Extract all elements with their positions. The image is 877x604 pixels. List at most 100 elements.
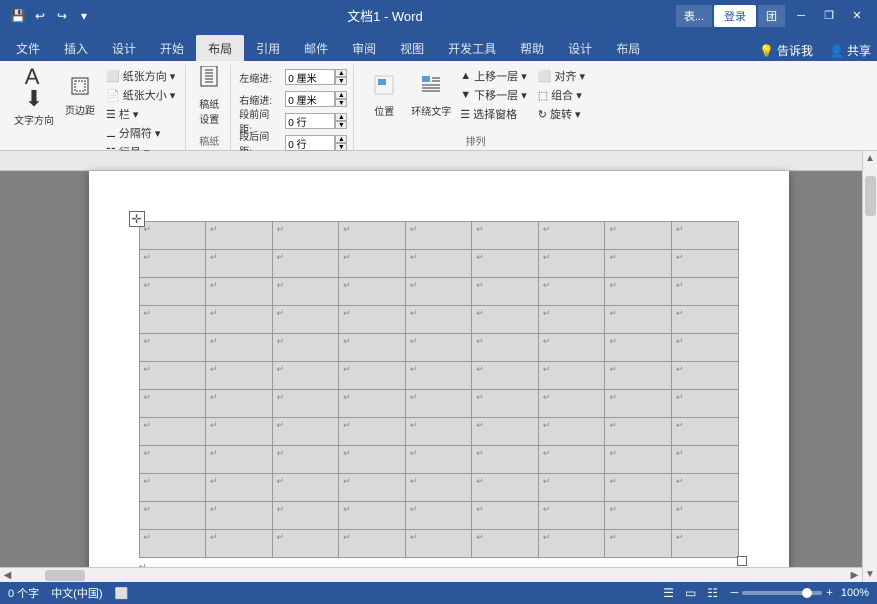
login-button[interactable]: 登录	[714, 5, 756, 27]
scroll-up-button[interactable]: ▲	[863, 151, 877, 166]
table-cell[interactable]	[272, 474, 339, 502]
table-cell[interactable]	[472, 306, 539, 334]
redo-icon[interactable]: ↪	[52, 6, 72, 26]
table-cell[interactable]	[472, 250, 539, 278]
table-cell[interactable]	[538, 390, 605, 418]
table-cell[interactable]	[139, 390, 206, 418]
table-cell[interactable]	[139, 530, 206, 558]
scroll-down-button[interactable]: ▼	[863, 567, 877, 582]
tab-layout[interactable]: 布局	[196, 35, 244, 61]
table-cell[interactable]	[206, 250, 273, 278]
table-cell[interactable]	[139, 418, 206, 446]
table-cell[interactable]	[272, 278, 339, 306]
table-cell[interactable]	[139, 502, 206, 530]
zoom-track[interactable]	[742, 591, 822, 595]
customize-quick-access-icon[interactable]: ▾	[74, 6, 94, 26]
send-backward-button[interactable]: ▼ 下移一层 ▾	[456, 86, 530, 104]
table-cell[interactable]	[272, 390, 339, 418]
table-cell[interactable]	[339, 278, 406, 306]
table-cell[interactable]	[206, 446, 273, 474]
table-cell[interactable]	[339, 530, 406, 558]
left-indent-up[interactable]: ▲	[335, 69, 347, 77]
table-cell[interactable]	[339, 502, 406, 530]
table-cell[interactable]	[671, 446, 738, 474]
tell-me-button[interactable]: 💡 告诉我	[753, 40, 819, 61]
table-cell[interactable]	[272, 306, 339, 334]
table-cell[interactable]	[605, 474, 672, 502]
tab-home[interactable]: 开始	[148, 35, 196, 61]
table-cell[interactable]	[139, 334, 206, 362]
paper-orientation-button[interactable]: ⬜ 纸张方向 ▾	[102, 67, 179, 85]
group-button[interactable]: ⬚ 组合 ▾	[534, 86, 589, 104]
table-cell[interactable]	[538, 474, 605, 502]
wrap-text-button[interactable]: 环绕文字	[409, 67, 453, 125]
right-indent-down[interactable]: ▼	[335, 99, 347, 107]
table-resize-handle[interactable]	[737, 556, 747, 566]
table-cell[interactable]	[206, 362, 273, 390]
table-cell[interactable]	[139, 446, 206, 474]
table-cell[interactable]	[671, 306, 738, 334]
breaks-button[interactable]: ⚊ 分隔符 ▾	[102, 124, 179, 142]
table-cell[interactable]	[671, 362, 738, 390]
table-cell[interactable]	[538, 222, 605, 250]
table-cell[interactable]	[139, 278, 206, 306]
space-after-up[interactable]: ▲	[335, 135, 347, 143]
scroll-thumb-vertical[interactable]	[865, 176, 876, 216]
space-before-down[interactable]: ▼	[335, 121, 347, 129]
table-cell[interactable]	[538, 334, 605, 362]
table-cell[interactable]	[272, 446, 339, 474]
margins-button[interactable]: 页边距	[61, 67, 99, 125]
scroll-track-vertical[interactable]	[863, 166, 877, 567]
paper-size-button[interactable]: 📄 纸张大小 ▾	[102, 86, 179, 104]
table-cell[interactable]	[139, 362, 206, 390]
table-cell[interactable]	[206, 306, 273, 334]
table-cell[interactable]	[472, 446, 539, 474]
restore-button[interactable]: ❐	[817, 6, 841, 26]
table-cell[interactable]	[605, 390, 672, 418]
scroll-track-horizontal[interactable]	[15, 568, 847, 582]
table-cell[interactable]	[472, 418, 539, 446]
tab-review[interactable]: 审阅	[340, 35, 388, 61]
zoom-out-button[interactable]: ─	[731, 587, 739, 599]
table-cell[interactable]	[272, 502, 339, 530]
table-cell[interactable]	[538, 306, 605, 334]
table-cell[interactable]	[339, 222, 406, 250]
right-indent-up[interactable]: ▲	[335, 91, 347, 99]
table-cell[interactable]	[671, 502, 738, 530]
selection-pane-button[interactable]: ☰ 选择窗格	[456, 105, 530, 123]
table-cell[interactable]	[206, 502, 273, 530]
table-cell[interactable]	[339, 418, 406, 446]
table-cell[interactable]	[671, 222, 738, 250]
table-cell[interactable]	[405, 278, 472, 306]
table-cell[interactable]	[206, 474, 273, 502]
tab-help[interactable]: 帮助	[508, 35, 556, 61]
table-cell[interactable]	[605, 334, 672, 362]
table-cell[interactable]	[605, 362, 672, 390]
table-cell[interactable]	[605, 418, 672, 446]
space-after-down[interactable]: ▼	[335, 143, 347, 151]
text-direction-button[interactable]: A⬇ 文字方向	[10, 67, 58, 125]
space-before-up[interactable]: ▲	[335, 113, 347, 121]
table-cell[interactable]	[272, 418, 339, 446]
table-cell[interactable]	[405, 222, 472, 250]
table-cell[interactable]	[671, 530, 738, 558]
tab-view[interactable]: 视图	[388, 35, 436, 61]
zoom-thumb[interactable]	[802, 588, 812, 598]
table-cell[interactable]	[206, 334, 273, 362]
table-cell[interactable]	[472, 530, 539, 558]
scroll-thumb-horizontal[interactable]	[45, 570, 85, 581]
scroll-left-button[interactable]: ◀	[0, 568, 15, 583]
table-cell[interactable]	[605, 446, 672, 474]
table-cell[interactable]	[139, 222, 206, 250]
web-layout-view-button[interactable]: ▭	[681, 585, 701, 601]
space-after-input[interactable]	[285, 135, 335, 151]
table-cell[interactable]	[405, 250, 472, 278]
table-cell[interactable]	[405, 530, 472, 558]
table-cell[interactable]	[139, 306, 206, 334]
minimize-button[interactable]: ─	[789, 6, 813, 26]
table-cell[interactable]	[339, 362, 406, 390]
table-cell[interactable]	[472, 222, 539, 250]
tab-file[interactable]: 文件	[4, 35, 52, 61]
table-cell[interactable]	[339, 390, 406, 418]
table-cell[interactable]	[339, 474, 406, 502]
